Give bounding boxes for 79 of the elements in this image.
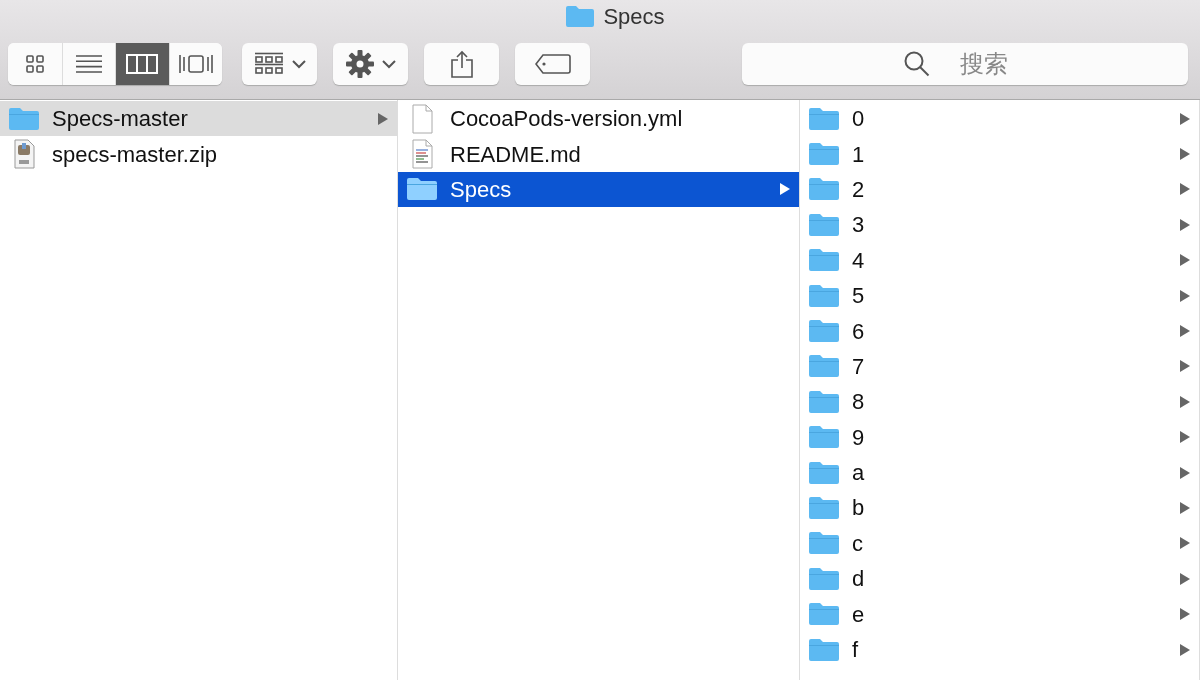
file-row[interactable]: 1 [800, 136, 1199, 172]
arrange-icon [253, 52, 284, 76]
settings-icon [345, 50, 374, 78]
file-row[interactable]: d [800, 561, 1199, 597]
file-row[interactable]: 7 [800, 348, 1199, 385]
disclosure-arrow-icon [1179, 465, 1191, 480]
disclosure-arrow-icon [779, 182, 791, 197]
disclosure-arrow-icon [1179, 217, 1191, 232]
file-row[interactable]: 6 [800, 313, 1199, 349]
share-icon [449, 50, 474, 78]
file-row[interactable]: Specs-master [0, 101, 397, 137]
list-icon [74, 54, 103, 74]
folder-icon [808, 212, 840, 237]
disclosure-arrow-icon [1179, 430, 1191, 445]
tag-icon [534, 54, 571, 74]
view-mode-button[interactable] [115, 43, 169, 85]
disclosure-arrow-icon [1179, 571, 1191, 586]
disclosure-arrow-icon [1179, 147, 1191, 162]
folder-icon [808, 496, 840, 520]
folder-icon [808, 460, 840, 485]
folder-icon [808, 389, 840, 414]
arrange-button[interactable] [242, 43, 317, 85]
folder-icon [565, 5, 596, 27]
search-field[interactable]: 搜索 [742, 43, 1188, 85]
folder-icon [808, 425, 840, 450]
file-row[interactable]: Specs [398, 171, 799, 208]
disclosure-arrow-icon [1179, 394, 1191, 409]
tags-button[interactable] [515, 43, 590, 85]
view-mode-button[interactable] [61, 43, 115, 85]
share-button[interactable] [424, 43, 499, 85]
file-row[interactable]: README.md [398, 136, 799, 172]
file-row[interactable]: CocoaPods-version.yml [398, 101, 799, 137]
caret-icon [381, 59, 396, 69]
disclosure-arrow-icon [1179, 501, 1191, 515]
folder-icon [808, 354, 840, 379]
disclosure-arrow-icon [1179, 182, 1191, 197]
file-row[interactable]: b [800, 490, 1199, 526]
file-row[interactable]: 9 [800, 419, 1199, 455]
file-row[interactable]: 8 [800, 384, 1199, 420]
folder-icon [808, 248, 840, 273]
columns-icon [126, 54, 159, 74]
folder-icon [808, 319, 840, 344]
file-row[interactable]: 3 [800, 207, 1199, 243]
file-row[interactable]: 5 [800, 277, 1199, 314]
disclosure-arrow-icon [1179, 642, 1191, 657]
file-row[interactable]: a [800, 454, 1199, 491]
folder-icon [808, 283, 840, 308]
search-icon [904, 51, 930, 77]
folder-icon [808, 602, 840, 627]
view-mode-button[interactable] [168, 43, 222, 85]
file-row[interactable]: c [800, 525, 1199, 562]
disclosure-arrow-icon [377, 111, 389, 126]
disclosure-arrow-icon [1179, 288, 1191, 303]
folder-icon [808, 142, 840, 167]
folder-icon [808, 177, 840, 202]
folder-icon [406, 177, 438, 202]
file-row[interactable]: e [800, 596, 1199, 632]
file-row[interactable]: f [800, 631, 1199, 668]
folder-icon [808, 637, 840, 662]
disclosure-arrow-icon [1179, 111, 1191, 126]
view-mode-button[interactable] [8, 43, 62, 85]
disclosure-arrow-icon [1179, 253, 1191, 268]
folder-icon [808, 566, 840, 591]
caret-icon [291, 59, 306, 69]
folder-icon [808, 531, 840, 556]
file-row[interactable]: specs-master.zip [0, 136, 397, 172]
coverflow-icon [177, 53, 214, 75]
folder-icon [8, 106, 40, 131]
disclosure-arrow-icon [1179, 359, 1191, 374]
file-row[interactable]: 2 [800, 171, 1199, 208]
window-title: Specs [603, 2, 665, 31]
disclosure-arrow-icon [1179, 607, 1191, 622]
disclosure-arrow-icon [1179, 536, 1191, 551]
folder-icon [808, 106, 840, 131]
file-row[interactable]: 0 [800, 101, 1199, 137]
disclosure-arrow-icon [1179, 324, 1191, 339]
grid-icon [24, 54, 45, 74]
file-row[interactable]: 4 [800, 242, 1199, 278]
action-button[interactable] [333, 43, 408, 85]
